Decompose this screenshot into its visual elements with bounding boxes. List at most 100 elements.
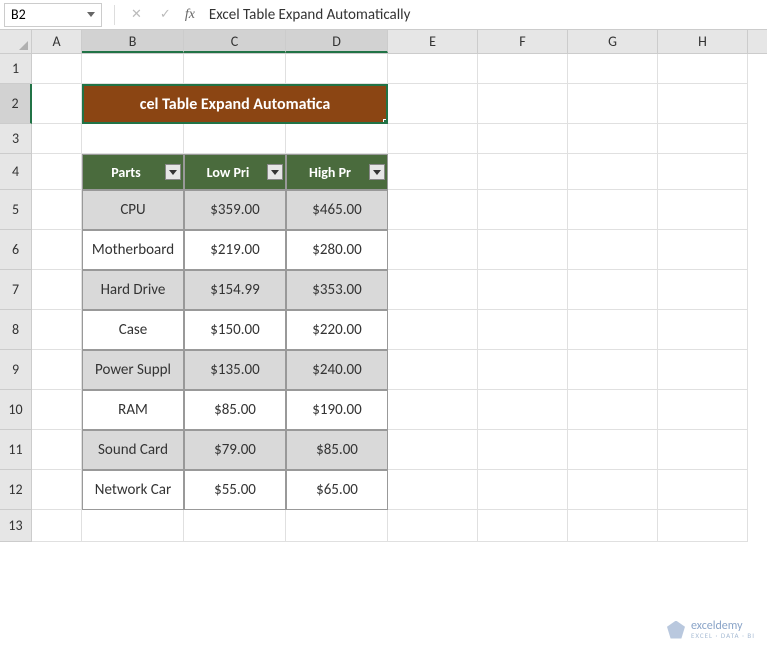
cell-H1[interactable]: [658, 54, 748, 84]
cell-G9[interactable]: [568, 350, 658, 390]
cell-part[interactable]: Power Suppl: [82, 350, 184, 390]
cell-part[interactable]: CPU: [82, 190, 184, 230]
cell-F8[interactable]: [478, 310, 568, 350]
cell-G4[interactable]: [568, 154, 658, 190]
cell-F10[interactable]: [478, 390, 568, 430]
cell-G1[interactable]: [568, 54, 658, 84]
cell-low[interactable]: $135.00: [184, 350, 286, 390]
cell-F12[interactable]: [478, 470, 568, 510]
cancel-icon[interactable]: ✕: [131, 7, 142, 22]
cell-H4[interactable]: [658, 154, 748, 190]
row-header-2[interactable]: 2: [0, 84, 32, 124]
cell-E8[interactable]: [388, 310, 478, 350]
cell-E7[interactable]: [388, 270, 478, 310]
row-header-3[interactable]: 3: [0, 124, 32, 154]
cell-F11[interactable]: [478, 430, 568, 470]
row-header-7[interactable]: 7: [0, 270, 32, 310]
row-header-11[interactable]: 11: [0, 430, 32, 470]
table-header-high[interactable]: High Pr: [286, 154, 388, 190]
col-header-C[interactable]: C: [184, 30, 286, 53]
row-header-6[interactable]: 6: [0, 230, 32, 270]
cell-H6[interactable]: [658, 230, 748, 270]
cell-F3[interactable]: [478, 124, 568, 154]
cell-part[interactable]: Sound Card: [82, 430, 184, 470]
col-header-F[interactable]: F: [478, 30, 568, 53]
formula-input[interactable]: Excel Table Expand Automatically: [201, 6, 767, 24]
cell-B3[interactable]: [82, 124, 184, 154]
cell-A3[interactable]: [32, 124, 82, 154]
row-header-10[interactable]: 10: [0, 390, 32, 430]
cell-low[interactable]: $359.00: [184, 190, 286, 230]
cell-E6[interactable]: [388, 230, 478, 270]
row-header-13[interactable]: 13: [0, 510, 32, 542]
cell-D13[interactable]: [286, 510, 388, 542]
cell-H8[interactable]: [658, 310, 748, 350]
row-header-9[interactable]: 9: [0, 350, 32, 390]
filter-button-high[interactable]: [369, 164, 385, 180]
cell-H3[interactable]: [658, 124, 748, 154]
col-header-B[interactable]: B: [82, 30, 184, 53]
cell-E5[interactable]: [388, 190, 478, 230]
cell-A11[interactable]: [32, 430, 82, 470]
cell-G7[interactable]: [568, 270, 658, 310]
cell-H2[interactable]: [658, 84, 748, 124]
cell-H11[interactable]: [658, 430, 748, 470]
cell-F6[interactable]: [478, 230, 568, 270]
cell-high[interactable]: $353.00: [286, 270, 388, 310]
cell-high[interactable]: $465.00: [286, 190, 388, 230]
cell-E13[interactable]: [388, 510, 478, 542]
cell-H9[interactable]: [658, 350, 748, 390]
cell-E10[interactable]: [388, 390, 478, 430]
fx-icon[interactable]: fx: [179, 7, 201, 23]
col-header-H[interactable]: H: [658, 30, 748, 53]
cell-D1[interactable]: [286, 54, 388, 84]
cell-E11[interactable]: [388, 430, 478, 470]
cell-A4[interactable]: [32, 154, 82, 190]
cell-E12[interactable]: [388, 470, 478, 510]
cell-low[interactable]: $219.00: [184, 230, 286, 270]
cell-A2[interactable]: [32, 84, 82, 124]
cell-low[interactable]: $150.00: [184, 310, 286, 350]
cell-A13[interactable]: [32, 510, 82, 542]
cell-low[interactable]: $85.00: [184, 390, 286, 430]
cell-B1[interactable]: [82, 54, 184, 84]
cell-F1[interactable]: [478, 54, 568, 84]
cell-part[interactable]: Hard Drive: [82, 270, 184, 310]
cell-E1[interactable]: [388, 54, 478, 84]
cell-A5[interactable]: [32, 190, 82, 230]
cell-part[interactable]: RAM: [82, 390, 184, 430]
row-header-12[interactable]: 12: [0, 470, 32, 510]
cell-low[interactable]: $79.00: [184, 430, 286, 470]
cell-H5[interactable]: [658, 190, 748, 230]
cell-E9[interactable]: [388, 350, 478, 390]
cell-part[interactable]: Case: [82, 310, 184, 350]
table-header-low[interactable]: Low Pri: [184, 154, 286, 190]
cell-low[interactable]: $55.00: [184, 470, 286, 510]
cell-A8[interactable]: [32, 310, 82, 350]
cell-part[interactable]: Motherboard: [82, 230, 184, 270]
cell-G13[interactable]: [568, 510, 658, 542]
table-header-parts[interactable]: Parts: [82, 154, 184, 190]
col-header-D[interactable]: D: [286, 30, 388, 53]
row-header-5[interactable]: 5: [0, 190, 32, 230]
cell-A1[interactable]: [32, 54, 82, 84]
row-header-8[interactable]: 8: [0, 310, 32, 350]
col-header-G[interactable]: G: [568, 30, 658, 53]
cell-F4[interactable]: [478, 154, 568, 190]
row-header-4[interactable]: 4: [0, 154, 32, 190]
filter-button-low[interactable]: [267, 164, 283, 180]
cell-B13[interactable]: [82, 510, 184, 542]
cell-G8[interactable]: [568, 310, 658, 350]
cell-high[interactable]: $220.00: [286, 310, 388, 350]
cell-high[interactable]: $190.00: [286, 390, 388, 430]
select-all-corner[interactable]: [0, 30, 32, 53]
cell-A9[interactable]: [32, 350, 82, 390]
confirm-icon[interactable]: ✓: [160, 7, 171, 22]
cell-G12[interactable]: [568, 470, 658, 510]
cell-F13[interactable]: [478, 510, 568, 542]
cell-G11[interactable]: [568, 430, 658, 470]
name-box[interactable]: B2: [4, 3, 102, 27]
cell-F9[interactable]: [478, 350, 568, 390]
cell-F5[interactable]: [478, 190, 568, 230]
cell-G3[interactable]: [568, 124, 658, 154]
